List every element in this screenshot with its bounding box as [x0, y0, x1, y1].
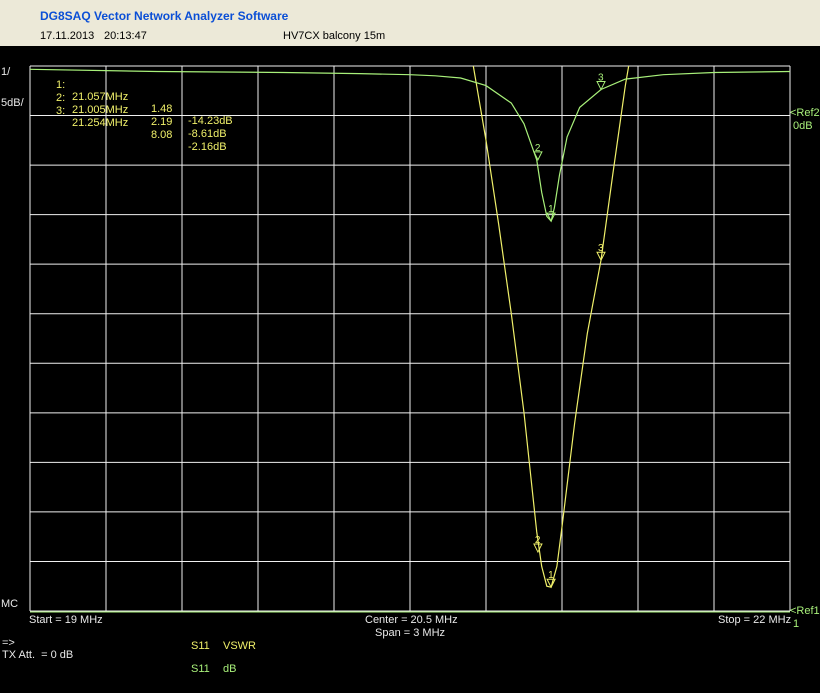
marker-vswr: 2.19	[151, 116, 173, 128]
date-label: 17.11.2013	[40, 30, 95, 42]
arrow-label: =>	[2, 637, 15, 649]
scale-db-per-div: 5dB/	[1, 97, 24, 109]
vswr-marker-label: 2	[535, 535, 541, 546]
trace1-param[interactable]: S11	[191, 640, 210, 652]
trace2-param[interactable]: S11	[191, 663, 210, 675]
ref1-value: 1	[793, 618, 800, 630]
ref2-label: <Ref2	[790, 107, 820, 119]
scale-bottom-label: MC	[1, 598, 19, 610]
ref1-label: <Ref1	[790, 605, 820, 617]
db-marker-label: 1	[548, 204, 554, 215]
db-marker-label: 3	[598, 73, 604, 84]
db-marker-label: 2	[535, 143, 541, 154]
marker-db: -8.61dB	[188, 128, 227, 140]
stop-freq-label: Stop = 22 MHz	[718, 614, 792, 626]
scale-top-label: 1/	[1, 66, 11, 78]
trace2-format[interactable]: dB	[223, 663, 236, 675]
marker-vswr: 8.08	[151, 129, 173, 141]
center-freq-label: Center = 20.5 MHz	[365, 614, 458, 626]
marker-db: -2.16dB	[188, 141, 227, 153]
span-label: Span = 3 MHz	[375, 627, 446, 639]
trace1-format[interactable]: VSWR	[223, 640, 256, 652]
marker-row-3: 3: 21.254MHz 8.08 -2.16dB	[38, 93, 227, 153]
caption-label: HV7CX balcony 15m	[283, 30, 386, 42]
marker-freq: 21.005MHz	[72, 104, 129, 116]
vswr-marker-label: 1	[548, 570, 554, 581]
ref2-value: 0dB	[793, 120, 813, 132]
marker-freq: 21.254MHz	[72, 117, 129, 129]
marker-id: 3:	[56, 105, 66, 117]
vswr-marker-label: 3	[598, 243, 604, 254]
time-label: 20:13:47	[104, 30, 147, 42]
marker-id: 1:	[56, 79, 66, 91]
marker-vswr: 1.48	[151, 103, 173, 115]
app-title: DG8SAQ Vector Network Analyzer Software	[40, 9, 289, 23]
marker-id: 2:	[56, 92, 66, 104]
marker-db: -14.23dB	[188, 115, 233, 127]
tx-att-label: TX Att. = 0 dB	[2, 649, 74, 661]
title-bar: DG8SAQ Vector Network Analyzer Software …	[0, 0, 820, 46]
marker-freq: 21.057MHz	[72, 91, 129, 103]
start-freq-label: Start = 19 MHz	[29, 614, 103, 626]
chart-area[interactable]: 1 1 2 2 3 3	[0, 46, 820, 693]
